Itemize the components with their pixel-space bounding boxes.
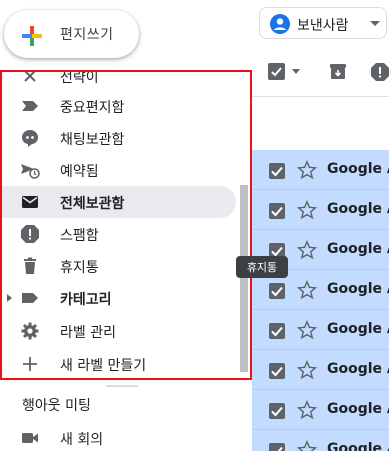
row-checkbox[interactable] xyxy=(269,203,285,219)
mail-sender: Google Al xyxy=(327,401,389,417)
report-icon xyxy=(21,225,39,243)
label-important-icon xyxy=(22,101,38,111)
row-checkbox[interactable] xyxy=(269,323,285,339)
mail-sender: Google Al xyxy=(327,161,389,177)
select-dropdown-icon[interactable] xyxy=(292,69,300,74)
row-checkbox[interactable] xyxy=(269,363,285,379)
mail-row[interactable]: Google Al xyxy=(252,390,389,430)
sender-label: 보낸사람 xyxy=(297,18,349,34)
sidebar-item-trash[interactable]: 휴지통 xyxy=(0,250,236,282)
mail-sender: Google Al xyxy=(327,201,389,217)
sidebar-item-new-label[interactable]: 새 라벨 만들기 xyxy=(0,348,236,380)
chat-icon xyxy=(22,130,38,147)
tooltip: 휴지통 xyxy=(236,256,288,278)
sidebar-item-spam[interactable]: 스팸함 xyxy=(0,218,236,250)
sidebar-item-manage-labels[interactable]: 라벨 관리 xyxy=(0,315,236,347)
list-header-divider xyxy=(252,96,389,97)
mail-row[interactable]: Google Al xyxy=(252,350,389,390)
sidebar-item-label: 휴지통 xyxy=(60,260,99,276)
mail-row[interactable]: Google Al xyxy=(252,310,389,350)
account-circle-icon xyxy=(270,14,290,34)
sidebar-item-clipped[interactable]: 전략이 xyxy=(0,70,236,92)
mail-row[interactable]: Google Al xyxy=(252,430,389,451)
chevron-down-icon xyxy=(370,21,380,26)
trash-icon xyxy=(24,257,36,274)
meet-section-title: 행아웃 미팅 xyxy=(22,398,91,414)
row-checkbox[interactable] xyxy=(269,403,285,419)
mail-sender: Google Al xyxy=(327,241,389,257)
sidebar-item-label: 카테고리 xyxy=(60,292,112,308)
report-spam-icon[interactable] xyxy=(370,62,389,82)
sidebar-item-label: 새 라벨 만들기 xyxy=(60,358,147,374)
select-all-checkbox[interactable] xyxy=(268,63,285,80)
sidebar-item-important[interactable]: 중요편지함 xyxy=(0,90,236,122)
new-meeting-item[interactable]: 새 회의 xyxy=(0,424,240,451)
sidebar-item-all-mail[interactable]: 전체보관함 xyxy=(0,186,236,218)
gear-icon xyxy=(21,322,39,340)
sidebar-item-label: 전체보관함 xyxy=(60,196,125,212)
star-icon[interactable] xyxy=(297,360,317,380)
all-mail-icon xyxy=(22,196,38,208)
row-checkbox[interactable] xyxy=(269,163,285,179)
sidebar-item-scheduled[interactable]: 예약됨 xyxy=(0,154,236,186)
sidebar-item-label: 스팸함 xyxy=(60,228,99,244)
star-icon[interactable] xyxy=(297,280,317,300)
sidebar-item-label: 중요편지함 xyxy=(60,100,125,116)
plus-multicolor-icon xyxy=(22,26,42,46)
row-checkbox[interactable] xyxy=(269,283,285,299)
checkbox-checked-icon xyxy=(271,67,282,77)
sidebar-item-label: 라벨 관리 xyxy=(60,325,116,341)
sidebar-nav: 전략이 중요편지함 채팅보관함 예약됨 전체보관함 스팸함 휴지통 카테고리 라… xyxy=(0,70,252,380)
sender-selector[interactable]: 보낸사람 xyxy=(259,7,387,39)
star-icon[interactable] xyxy=(297,160,317,180)
sidebar-item-label: 채팅보관함 xyxy=(60,132,125,148)
mail-sender: Google Al xyxy=(327,361,389,377)
new-meeting-label: 새 회의 xyxy=(60,432,104,448)
mail-sender: Google Al xyxy=(327,321,389,337)
video-camera-icon xyxy=(22,433,38,443)
archive-icon[interactable] xyxy=(329,62,347,80)
mail-sender: Google Al xyxy=(327,441,389,451)
compose-label: 편지쓰기 xyxy=(60,27,114,43)
mail-sender: Google Al xyxy=(327,281,389,297)
compose-button[interactable]: 편지쓰기 xyxy=(4,10,139,58)
sidebar-item-label: 전략이 xyxy=(60,70,99,86)
star-icon[interactable] xyxy=(297,320,317,340)
sidebar-scrollbar[interactable] xyxy=(240,185,248,372)
sidebar-item-label: 예약됨 xyxy=(60,164,99,180)
sidebar-item-chats[interactable]: 채팅보관함 xyxy=(0,122,236,154)
star-icon[interactable] xyxy=(297,240,317,260)
star-icon[interactable] xyxy=(297,200,317,220)
row-checkbox[interactable] xyxy=(269,443,285,451)
star-icon[interactable] xyxy=(297,440,317,451)
plus-icon xyxy=(23,357,37,371)
section-divider[interactable] xyxy=(106,385,138,387)
sidebar-item-categories[interactable]: 카테고리 xyxy=(0,282,236,314)
label-icon xyxy=(22,293,38,303)
expand-arrow-icon[interactable] xyxy=(7,294,12,302)
schedule-send-icon xyxy=(21,164,40,179)
close-icon xyxy=(24,70,36,82)
mail-row[interactable]: Google Al xyxy=(252,150,389,190)
mail-row[interactable]: Google Al xyxy=(252,190,389,230)
star-icon[interactable] xyxy=(297,400,317,420)
